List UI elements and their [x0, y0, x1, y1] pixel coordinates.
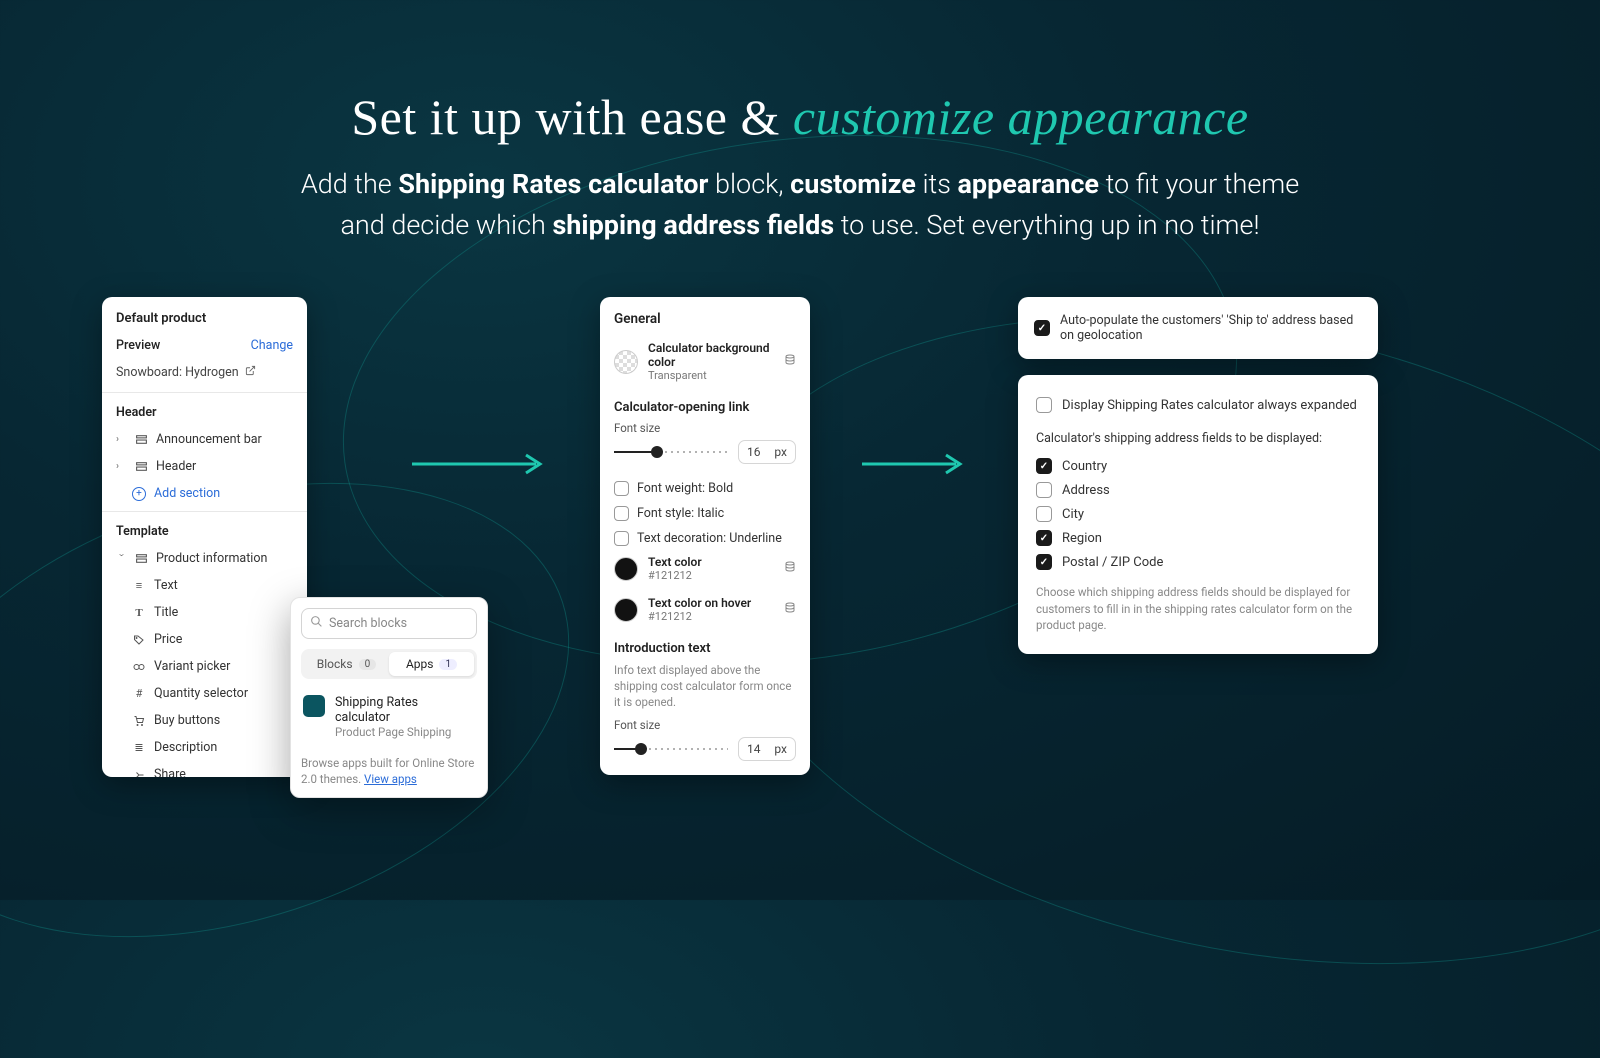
tab-apps[interactable]: Apps1	[389, 652, 474, 676]
background-color-setting[interactable]: Calculator background color Transparent	[614, 337, 796, 392]
dynamic-source-icon[interactable]	[784, 561, 796, 576]
block-share[interactable]: Share	[102, 761, 307, 777]
change-link[interactable]: Change	[251, 338, 293, 353]
font-size-value[interactable]: 14px	[738, 737, 796, 761]
search-blocks-input[interactable]: Search blocks	[301, 608, 477, 639]
address-fields-panel: Display Shipping Rates calculator always…	[1018, 375, 1378, 654]
arrow-icon	[860, 452, 970, 476]
app-block-item[interactable]: Shipping Rates calculator Product Page S…	[301, 691, 477, 743]
preview-product[interactable]: Snowboard: Hydrogen	[102, 365, 307, 392]
checkbox-icon	[614, 481, 629, 496]
fields-note: Choose which shipping address fields sho…	[1036, 584, 1360, 634]
font-size-label: Font size	[614, 421, 796, 435]
checkbox-icon: ✓	[1036, 554, 1052, 570]
intro-note: Info text displayed above the shipping c…	[614, 662, 796, 710]
checkbox-city[interactable]: City	[1036, 502, 1360, 526]
section-icon	[134, 433, 148, 447]
block-quantity-selector[interactable]: #Quantity selector	[102, 680, 307, 707]
checkbox-icon: ✓	[1036, 530, 1052, 546]
checkbox-always-expanded[interactable]: Display Shipping Rates calculator always…	[1036, 393, 1360, 417]
section-header[interactable]: › Header	[102, 453, 307, 480]
general-heading: General	[614, 311, 796, 327]
checkbox-icon: ✓	[1036, 458, 1052, 474]
text-color-setting[interactable]: Text color#121212	[614, 551, 796, 592]
hero-title: Set it up with ease & customize appearan…	[0, 88, 1600, 146]
color-swatch-icon	[614, 557, 638, 581]
dynamic-source-icon[interactable]	[784, 354, 796, 369]
dynamic-source-icon[interactable]	[784, 602, 796, 617]
appearance-settings-panel: General Calculator background color Tran…	[600, 297, 810, 775]
block-description[interactable]: ≣Description	[102, 734, 307, 761]
hero: Set it up with ease & customize appearan…	[0, 0, 1600, 245]
plus-circle-icon: +	[132, 487, 146, 501]
checkbox-underline[interactable]: Text decoration: Underline	[614, 526, 796, 551]
hero-subtitle: Add the Shipping Rates calculator block,…	[200, 164, 1400, 245]
block-text[interactable]: ≡Text	[102, 572, 307, 599]
header-group-label: Header	[102, 393, 307, 426]
font-size-label: Font size	[614, 718, 796, 732]
checkbox-icon	[1036, 482, 1052, 498]
arrow-icon	[410, 452, 550, 476]
intro-text-color-setting[interactable]: Text color#121212	[614, 773, 796, 775]
add-section-button[interactable]: + Add section	[102, 480, 307, 511]
external-link-icon	[245, 365, 256, 380]
add-block-popover: Search blocks Blocks0 Apps1 Shipping Rat…	[290, 597, 488, 798]
checkbox-country[interactable]: ✓Country	[1036, 454, 1360, 478]
font-size-slider[interactable]	[614, 445, 728, 459]
block-price[interactable]: Price	[102, 626, 307, 653]
checkbox-icon	[1036, 506, 1052, 522]
font-size-slider[interactable]	[614, 742, 728, 756]
intro-heading: Introduction text	[614, 641, 796, 656]
cart-icon	[132, 714, 146, 728]
geolocation-label: Auto-populate the customers' 'Ship to' a…	[1060, 313, 1362, 343]
share-icon	[132, 768, 146, 778]
title-icon: T	[132, 606, 146, 620]
checkbox-geolocation[interactable]: ✓	[1034, 320, 1050, 336]
variant-icon	[132, 660, 146, 674]
chevron-down-icon: ›	[116, 554, 127, 564]
section-icon	[134, 552, 148, 566]
checkbox-postal[interactable]: ✓Postal / ZIP Code	[1036, 550, 1360, 574]
checkbox-italic[interactable]: Font style: Italic	[614, 501, 796, 526]
checkbox-icon	[614, 506, 629, 521]
checkbox-region[interactable]: ✓Region	[1036, 526, 1360, 550]
color-swatch-icon	[614, 598, 638, 622]
theme-sidebar-panel: Default product Preview Change Snowboard…	[102, 297, 307, 777]
section-announcement-bar[interactable]: › Announcement bar	[102, 426, 307, 453]
app-icon	[303, 695, 325, 717]
description-icon: ≣	[132, 741, 146, 755]
hash-icon: #	[132, 687, 146, 701]
section-icon	[134, 460, 148, 474]
checkbox-bold[interactable]: Font weight: Bold	[614, 476, 796, 501]
view-apps-link[interactable]: View apps	[364, 772, 417, 786]
text-icon: ≡	[132, 579, 146, 593]
template-group-label: Template	[102, 512, 307, 545]
text-color-hover-setting[interactable]: Text color on hover#121212	[614, 592, 796, 633]
popover-tabs: Blocks0 Apps1	[301, 649, 477, 679]
geolocation-panel: ✓ Auto-populate the customers' 'Ship to'…	[1018, 297, 1378, 359]
hero-title-accent: customize appearance	[793, 89, 1249, 145]
checkbox-address[interactable]: Address	[1036, 478, 1360, 502]
block-title[interactable]: TTitle	[102, 599, 307, 626]
color-swatch-icon	[614, 350, 638, 374]
checkbox-icon	[614, 531, 629, 546]
chevron-right-icon: ›	[116, 434, 126, 445]
price-icon	[132, 633, 146, 647]
popover-footer: Browse apps built for Online Store 2.0 t…	[301, 755, 477, 787]
block-variant-picker[interactable]: Variant picker	[102, 653, 307, 680]
font-size-value[interactable]: 16px	[738, 440, 796, 464]
tab-blocks[interactable]: Blocks0	[304, 652, 389, 676]
search-icon	[310, 615, 323, 632]
section-product-information[interactable]: › Product information	[102, 545, 307, 572]
block-buy-buttons[interactable]: Buy buttons	[102, 707, 307, 734]
checkbox-icon	[1036, 397, 1052, 413]
fields-heading: Calculator's shipping address fields to …	[1036, 431, 1360, 446]
link-heading: Calculator-opening link	[614, 400, 796, 415]
preview-label: Preview	[116, 338, 160, 353]
chevron-right-icon: ›	[116, 461, 126, 472]
hero-title-a: Set it up with ease &	[351, 89, 793, 145]
panel-title: Default product	[102, 297, 307, 334]
